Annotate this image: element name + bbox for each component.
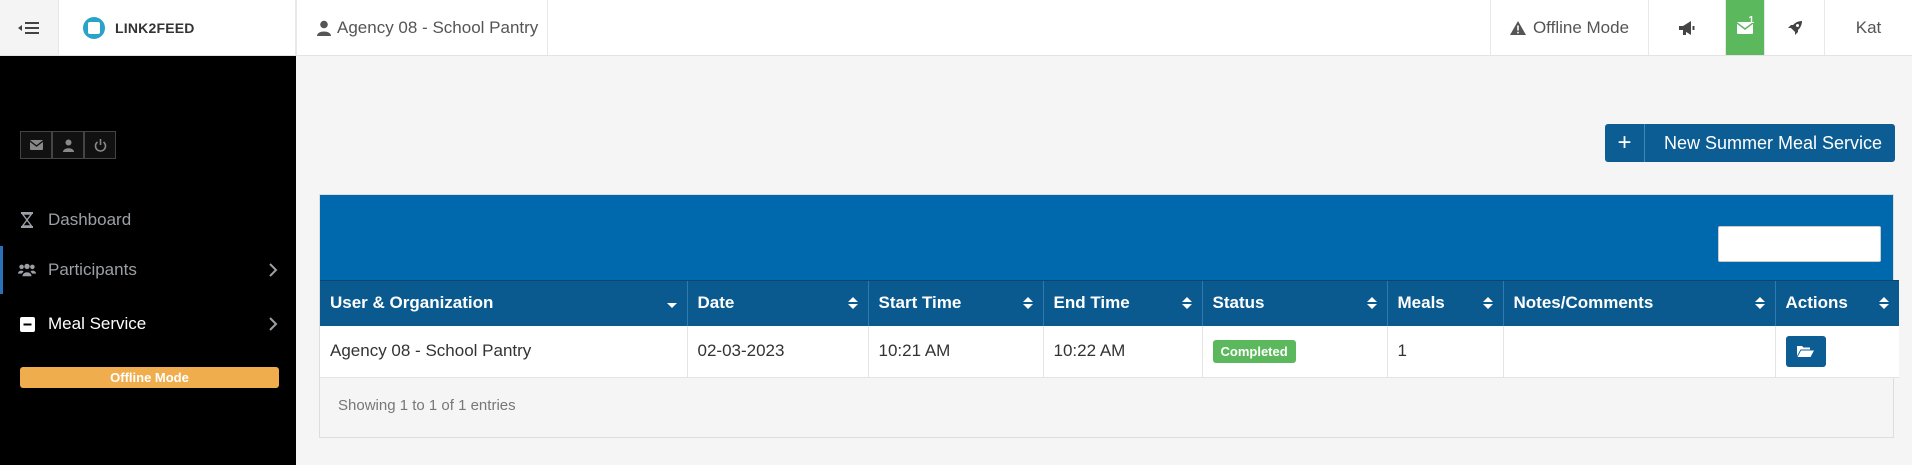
agency-name: Agency 08 - School Pantry: [337, 17, 539, 37]
sort-icon: [1181, 297, 1192, 309]
messages-button[interactable]: 1: [1726, 0, 1764, 55]
minus-square-icon: [18, 316, 36, 332]
sidebar-item-meal-service[interactable]: Meal Service: [0, 300, 296, 348]
sidebar-logout-button[interactable]: [84, 131, 116, 159]
sidebar-mail-button[interactable]: [20, 131, 52, 159]
cell-end-time: 10:22 AM: [1042, 325, 1202, 378]
link2feed-logo-icon: [83, 16, 105, 39]
sort-icon: [1482, 297, 1493, 309]
launch-button[interactable]: [1764, 0, 1825, 55]
sidebar-item-participants[interactable]: Participants: [0, 246, 296, 294]
sidebar: Dashboard Participants Meal Service Offl…: [0, 56, 296, 465]
cell-status: Completed: [1201, 325, 1387, 378]
user-menu[interactable]: Kat: [1825, 0, 1912, 55]
meal-service-panel: User & Organization Date Start Time End …: [319, 194, 1899, 438]
rocket-icon: [1787, 20, 1802, 35]
menu-collapse-icon: [18, 21, 39, 34]
new-summer-meal-service-button[interactable]: + New Summer Meal Service: [1605, 124, 1895, 162]
column-header-actions[interactable]: Actions: [1774, 280, 1899, 326]
table-header-row: User & Organization Date Start Time End …: [320, 280, 1899, 326]
search-input[interactable]: [1718, 226, 1881, 262]
megaphone-icon: [1679, 20, 1695, 35]
column-header-status[interactable]: Status: [1201, 280, 1387, 326]
cell-date: 02-03-2023: [686, 325, 868, 378]
column-header-user-organization[interactable]: User & Organization: [320, 280, 687, 326]
sidebar-item-label: Dashboard: [48, 210, 132, 229]
column-header-end-time[interactable]: End Time: [1042, 280, 1202, 326]
chevron-right-icon: [269, 263, 278, 277]
power-icon: [94, 138, 106, 152]
table-row[interactable]: Agency 08 - School Pantry 02-03-2023 10:…: [320, 325, 1899, 378]
sidebar-item-dashboard[interactable]: Dashboard: [0, 196, 296, 244]
user-icon: [317, 20, 331, 36]
brand[interactable]: LINK2FEED: [59, 0, 296, 55]
column-header-start-time[interactable]: Start Time: [867, 280, 1043, 326]
offline-mode-label: Offline Mode: [1532, 17, 1630, 37]
top-bar: LINK2FEED Agency 08 - School Pantry Offl…: [0, 0, 1912, 56]
new-button-label: New Summer Meal Service: [1664, 132, 1883, 153]
sort-icon: [1366, 297, 1377, 309]
sidebar-item-label: Participants: [48, 260, 137, 279]
sort-icon: [1022, 297, 1033, 309]
announcements-button[interactable]: [1649, 0, 1726, 55]
user-icon: [62, 139, 74, 152]
chevron-right-icon: [269, 317, 278, 331]
sort-icon: [847, 297, 858, 309]
column-header-notes[interactable]: Notes/Comments: [1502, 280, 1775, 326]
envelope-icon: [29, 140, 43, 150]
table-info: Showing 1 to 1 of 1 entries: [338, 397, 516, 414]
warning-icon: [1509, 20, 1526, 35]
sort-icon: [1879, 297, 1889, 309]
sort-icon: [1754, 297, 1765, 309]
hourglass-icon: [18, 212, 36, 228]
plus-icon: +: [1605, 124, 1645, 162]
column-header-date[interactable]: Date: [686, 280, 868, 326]
cell-start-time: 10:21 AM: [867, 325, 1043, 378]
offline-mode-button[interactable]: Offline Mode: [1490, 0, 1649, 55]
agency-selector[interactable]: Agency 08 - School Pantry: [296, 0, 548, 55]
messages-count-badge: 1: [1748, 15, 1754, 26]
offline-mode-badge: Offline Mode: [20, 367, 279, 388]
sidebar-profile-button[interactable]: [52, 131, 84, 159]
user-name: Kat: [1855, 17, 1882, 37]
cell-organization: Agency 08 - School Pantry: [320, 325, 687, 378]
users-icon: [18, 263, 36, 277]
brand-name: LINK2FEED: [115, 19, 195, 36]
open-record-button[interactable]: [1785, 335, 1826, 367]
cell-actions: [1774, 325, 1899, 378]
sort-desc-icon: [666, 303, 677, 308]
column-header-meals[interactable]: Meals: [1386, 280, 1503, 326]
status-badge: Completed: [1212, 339, 1296, 363]
cell-meals: 1: [1386, 325, 1503, 378]
sidebar-toggle-button[interactable]: [0, 0, 59, 55]
folder-open-icon: [1797, 345, 1814, 357]
sidebar-item-label: Meal Service: [48, 314, 147, 333]
cell-notes: [1502, 325, 1775, 378]
panel-header: [320, 195, 1893, 280]
meal-service-table: User & Organization Date Start Time End …: [320, 280, 1899, 378]
sidebar-quick-actions: [20, 131, 116, 159]
